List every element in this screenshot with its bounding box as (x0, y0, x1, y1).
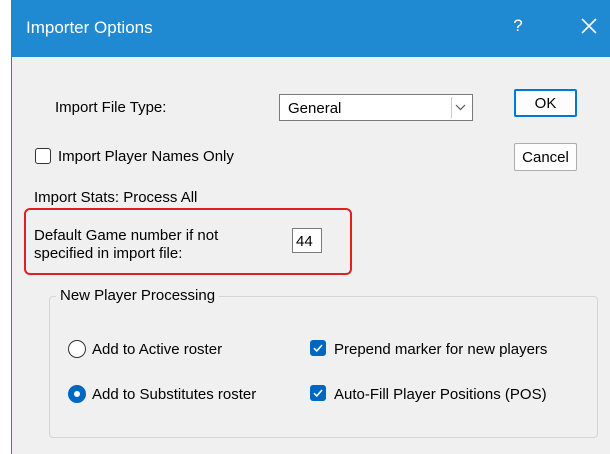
checkmark-icon (313, 389, 323, 398)
dropdown-arrow[interactable] (451, 97, 470, 118)
default-game-number-input[interactable]: 44 (292, 228, 322, 253)
add-substitutes-label: Add to Substitutes roster (92, 386, 257, 403)
add-active-label: Add to Active roster (92, 341, 223, 358)
add-active-radio[interactable] (68, 340, 86, 358)
import-stats-label: Import Stats: Process All (34, 189, 198, 206)
importer-options-dialog: Importer Options ? Import File Type: Gen… (11, 0, 610, 454)
close-button[interactable] (577, 14, 601, 38)
checkmark-icon (313, 344, 323, 353)
file-type-value: General (288, 100, 342, 117)
file-type-select[interactable]: General (279, 94, 473, 121)
chevron-down-icon (455, 104, 466, 111)
autofill-positions-checkbox[interactable] (310, 385, 326, 401)
default-game-label-line2: specified in import file: (34, 245, 183, 262)
autofill-positions-label: Auto-Fill Player Positions (POS) (334, 386, 547, 403)
default-game-label-line1: Default Game number if not (34, 227, 219, 244)
group-title: New Player Processing (56, 287, 220, 304)
prepend-marker-checkbox[interactable] (310, 340, 326, 356)
player-names-only-label: Import Player Names Only (58, 148, 234, 165)
title-bar: Importer Options ? (12, 0, 610, 57)
add-substitutes-radio[interactable] (68, 385, 86, 403)
cancel-button[interactable]: Cancel (514, 143, 577, 171)
new-player-processing-group (49, 296, 598, 438)
file-type-label: Import File Type: (55, 99, 167, 116)
help-button[interactable]: ? (508, 16, 528, 38)
prepend-marker-label: Prepend marker for new players (334, 341, 548, 358)
ok-button[interactable]: OK (514, 89, 577, 117)
close-icon (581, 18, 597, 34)
player-names-only-checkbox[interactable] (35, 148, 51, 164)
window-title: Importer Options (26, 18, 153, 37)
